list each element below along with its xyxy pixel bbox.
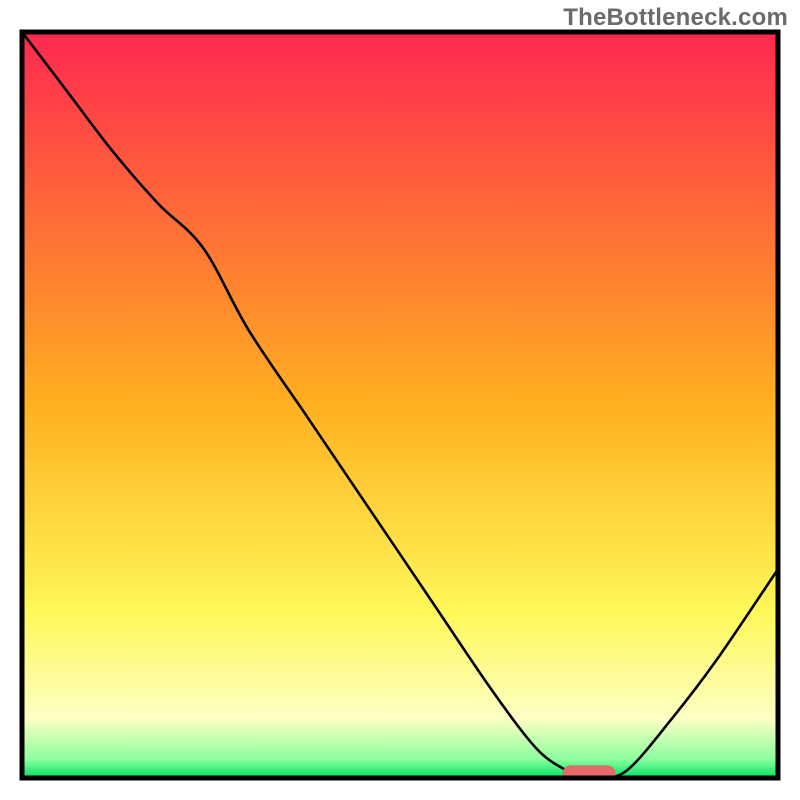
chart-svg: [0, 0, 800, 800]
chart-stage: TheBottleneck.com: [0, 0, 800, 800]
chart-background: [22, 32, 778, 778]
